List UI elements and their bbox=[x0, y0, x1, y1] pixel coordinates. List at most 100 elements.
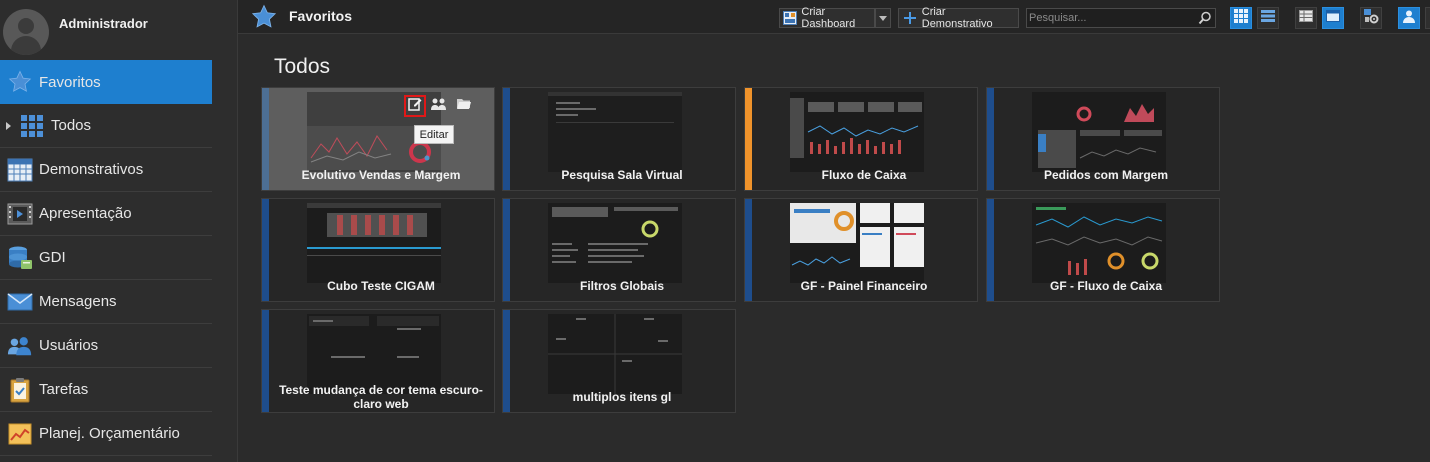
sidebar-item-label: Demonstrativos bbox=[39, 161, 144, 178]
create-report-label: Criar Demonstrativo bbox=[921, 6, 993, 30]
card-thumbnail bbox=[790, 92, 924, 172]
dashboard-icon bbox=[783, 10, 798, 26]
search-input[interactable] bbox=[1029, 10, 1195, 26]
section-title: Todos bbox=[274, 55, 331, 78]
avatar[interactable] bbox=[3, 9, 49, 55]
open-folder-button[interactable] bbox=[453, 95, 475, 117]
list-view-button[interactable] bbox=[1257, 7, 1279, 29]
card-thumbnail bbox=[307, 314, 441, 394]
card-thumbnail bbox=[548, 314, 682, 394]
sidebar-item-label: Todos bbox=[51, 117, 92, 134]
create-dashboard-dropdown[interactable] bbox=[875, 8, 891, 28]
star-icon bbox=[251, 4, 277, 30]
card-accent bbox=[987, 88, 994, 190]
card-accent bbox=[262, 199, 269, 301]
sidebar-item-planej-orcamentario[interactable]: Planej. Orçamentário bbox=[0, 412, 212, 456]
dashboard-card[interactable]: Teste mudança de cor tema escuro-claro w… bbox=[261, 309, 495, 413]
card-title: multiplos itens gl bbox=[572, 390, 672, 404]
settings-button[interactable] bbox=[1360, 7, 1382, 29]
user-name: Administrador bbox=[59, 16, 148, 31]
sidebar-item-usuarios[interactable]: Usuários bbox=[0, 324, 212, 368]
card-title: Pedidos com Margem bbox=[1043, 168, 1169, 182]
plus-icon bbox=[902, 10, 918, 26]
chart-icon bbox=[7, 421, 33, 447]
edit-button[interactable] bbox=[404, 95, 426, 117]
sidebar: Administrador Favoritos Todos Demonstrat… bbox=[0, 0, 238, 462]
card-title: Evolutivo Vendas e Margem bbox=[301, 168, 461, 182]
card-title: Teste mudança de cor tema escuro-claro w… bbox=[279, 383, 483, 411]
star-icon bbox=[7, 69, 33, 95]
dashboard-card[interactable]: Fluxo de Caixa bbox=[744, 87, 978, 191]
grid-view-button[interactable] bbox=[1230, 7, 1252, 29]
panel-view-icon bbox=[1326, 9, 1340, 28]
sidebar-item-label: Favoritos bbox=[39, 73, 101, 91]
card-title: GF - Fluxo de Caixa bbox=[1049, 279, 1163, 293]
list-view-icon bbox=[1261, 9, 1275, 28]
card-thumbnail bbox=[1032, 92, 1166, 172]
details-view-button[interactable] bbox=[1295, 7, 1317, 29]
settings-icon bbox=[1363, 8, 1379, 29]
users-icon bbox=[430, 97, 448, 116]
user-area: Administrador bbox=[0, 0, 238, 58]
spreadsheet-icon bbox=[7, 157, 33, 183]
dashboard-card[interactable]: Pesquisa Sala Virtual bbox=[502, 87, 736, 191]
dashboard-card[interactable]: GF - Fluxo de Caixa bbox=[986, 198, 1220, 302]
dashboard-card[interactable]: multiplos itens gl bbox=[502, 309, 736, 413]
sidebar-item-label: Apresentação bbox=[39, 205, 132, 222]
card-accent bbox=[503, 199, 510, 301]
database-icon bbox=[7, 245, 33, 271]
search-box bbox=[1026, 8, 1216, 28]
details-view-icon bbox=[1299, 9, 1313, 28]
dashboard-card[interactable]: Filtros Globais bbox=[502, 198, 736, 302]
card-thumbnail bbox=[307, 203, 441, 283]
sidebar-item-todos[interactable]: Todos bbox=[0, 104, 212, 148]
user-profile-button[interactable] bbox=[1398, 7, 1420, 29]
folder-icon bbox=[456, 97, 472, 115]
create-report-button[interactable]: Criar Demonstrativo bbox=[898, 6, 1019, 30]
more-button[interactable] bbox=[1425, 7, 1430, 29]
card-thumbnail bbox=[790, 203, 924, 283]
search-icon[interactable] bbox=[1198, 11, 1212, 25]
sidebar-item-label: Mensagens bbox=[39, 293, 117, 310]
sidebar-item-label: Planej. Orçamentário bbox=[39, 425, 180, 442]
sidebar-item-demonstrativos[interactable]: Demonstrativos bbox=[0, 148, 212, 192]
edit-icon bbox=[408, 97, 422, 116]
sidebar-item-favoritos[interactable]: Favoritos bbox=[0, 60, 212, 104]
card-title: Fluxo de Caixa bbox=[821, 168, 907, 182]
grid-icon bbox=[19, 113, 45, 139]
sidebar-item-mensagens[interactable]: Mensagens bbox=[0, 280, 212, 324]
sidebar-item-gdi[interactable]: GDI bbox=[0, 236, 212, 280]
film-icon bbox=[7, 201, 33, 227]
sidebar-item-label: Tarefas bbox=[39, 381, 89, 398]
sidebar-item-apresentacao[interactable]: Apresentação bbox=[0, 192, 212, 236]
card-accent bbox=[745, 199, 752, 301]
create-dashboard-label: Criar Dashboard bbox=[801, 6, 856, 30]
expand-caret-icon[interactable] bbox=[6, 122, 11, 130]
envelope-icon bbox=[7, 289, 33, 315]
create-dashboard-button[interactable]: Criar Dashboard bbox=[779, 6, 875, 30]
card-accent bbox=[262, 88, 269, 190]
dashboard-card[interactable]: Pedidos com Margem bbox=[986, 87, 1220, 191]
share-button[interactable] bbox=[428, 95, 450, 117]
users-icon bbox=[7, 333, 33, 359]
panel-view-button[interactable] bbox=[1322, 7, 1344, 29]
grid-view-icon bbox=[1234, 8, 1248, 28]
sidebar-item-label: GDI bbox=[39, 249, 66, 266]
page-title: Favoritos bbox=[289, 8, 353, 24]
card-thumbnail bbox=[548, 203, 682, 283]
dashboard-card[interactable]: GF - Painel Financeiro bbox=[744, 198, 978, 302]
dashboard-card[interactable]: Cubo Teste CIGAM bbox=[261, 198, 495, 302]
card-actions bbox=[404, 95, 474, 119]
card-title: Cubo Teste CIGAM bbox=[327, 279, 435, 293]
card-accent bbox=[503, 310, 510, 412]
sidebar-item-tarefas[interactable]: Tarefas bbox=[0, 368, 212, 412]
card-accent bbox=[262, 310, 269, 412]
tooltip: Editar bbox=[414, 125, 454, 144]
sidebar-item-label: Usuários bbox=[39, 337, 99, 354]
card-title: Filtros Globais bbox=[579, 279, 664, 293]
card-accent bbox=[503, 88, 510, 190]
card-accent bbox=[745, 88, 752, 190]
card-accent bbox=[987, 199, 994, 301]
clipboard-icon bbox=[7, 377, 33, 403]
user-icon bbox=[1402, 9, 1416, 28]
